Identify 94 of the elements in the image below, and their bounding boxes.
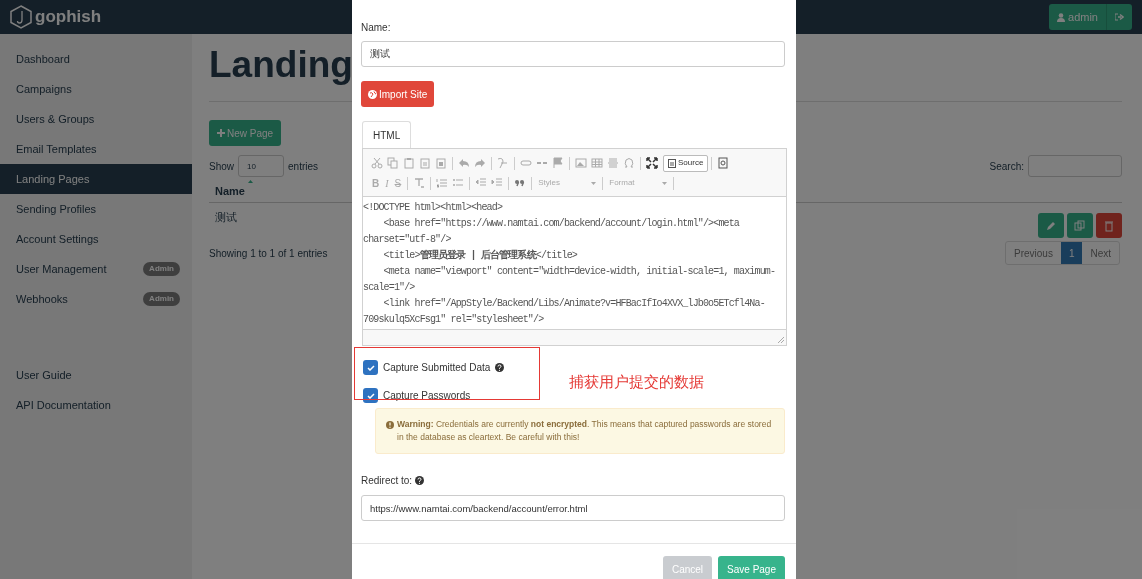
sidebar-item[interactable]: Sending Profiles <box>0 194 192 224</box>
page-button[interactable]: Next <box>1082 242 1119 264</box>
page-button[interactable]: 1 <box>1060 242 1083 264</box>
page-button[interactable]: Previous <box>1005 242 1061 264</box>
annotation-text: 捕获用户提交的数据 <box>569 372 704 392</box>
bulleted-list-icon[interactable] <box>452 177 465 189</box>
sidebar-item[interactable]: Campaigns <box>0 74 192 104</box>
search-label: Search: <box>989 159 1024 174</box>
checkbox[interactable] <box>363 388 378 403</box>
maximize-icon[interactable] <box>646 157 658 169</box>
copy-icon <box>1074 219 1086 232</box>
resize-grip-icon <box>778 337 784 343</box>
page-title: Landing <box>209 43 353 87</box>
code-line: <!DOCTYPE html><html><head> <box>363 201 504 215</box>
undo-icon[interactable] <box>458 157 470 169</box>
copy-button[interactable] <box>1067 213 1093 238</box>
clear-format-icon[interactable] <box>413 177 426 189</box>
editor-tab[interactable]: HTML <box>362 121 412 148</box>
edit-button[interactable] <box>1038 213 1064 238</box>
cut-icon[interactable] <box>371 157 383 169</box>
plus-icon <box>217 129 225 137</box>
checkbox[interactable] <box>363 360 378 375</box>
paste-word-icon[interactable] <box>435 157 447 169</box>
code-line: <base href="https://www.namtai.com/backend/account/login.html"/><meta <box>382 217 741 231</box>
indent-icon[interactable] <box>491 177 504 189</box>
copy-icon[interactable] <box>387 157 399 169</box>
checkbox-label: Capture Submitted Data <box>383 361 491 375</box>
admin-badge: Admin <box>143 292 180 306</box>
sidebar-link[interactable]: User Guide <box>0 360 192 390</box>
brand-name: gophish <box>35 6 102 29</box>
length-label: entries <box>288 159 319 174</box>
sidebar-item[interactable]: Email Templates <box>0 134 192 164</box>
help-icon <box>415 476 425 485</box>
check-icon <box>366 364 375 371</box>
pencil-icon <box>1045 219 1057 232</box>
save-button[interactable]: Save Page <box>718 556 785 579</box>
code-line: charset="utf-8"/> <box>363 233 452 247</box>
warning-icon <box>386 421 394 429</box>
omega-icon[interactable] <box>623 157 635 169</box>
check-icon <box>366 392 375 399</box>
logout-icon <box>1115 13 1124 21</box>
delete-button[interactable] <box>1096 213 1122 238</box>
link-icon[interactable] <box>520 157 532 169</box>
admin-badge: Admin <box>143 262 180 276</box>
caret-icon <box>662 181 668 185</box>
horizontal-line-icon[interactable] <box>607 157 619 169</box>
source-button[interactable]: Source <box>663 154 709 172</box>
sidebar-link[interactable]: API Documentation <box>0 390 192 420</box>
table-cell-text: 测试 <box>215 210 237 225</box>
document-icon <box>668 158 676 168</box>
new-page-button[interactable]: New Page <box>209 120 282 146</box>
numbered-list-icon[interactable] <box>436 177 449 189</box>
code-line: scale=1"/> <box>363 281 416 295</box>
blockquote-icon[interactable] <box>514 177 527 189</box>
redirect-field[interactable]: https://www.namtai.com/backend/account/error.html <box>361 495 785 521</box>
format-button[interactable]: S <box>394 175 402 191</box>
trash-icon <box>1103 219 1115 232</box>
column-header[interactable]: Name <box>215 182 245 199</box>
toolbar-dropdown[interactable]: Styles <box>535 177 600 189</box>
caret-icon <box>591 181 597 185</box>
import-site-button[interactable]: Import Site <box>361 81 435 107</box>
redo-icon[interactable] <box>474 157 486 169</box>
code-line: <title>管理员登录 | 后台管理系统</title> <box>382 248 579 263</box>
logo-icon <box>10 5 32 29</box>
length-label: Show <box>209 159 234 174</box>
sidebar-item[interactable]: Dashboard <box>0 44 192 74</box>
code-line: 709skulq5XcFsg1" rel="stylesheet"/> <box>363 313 545 327</box>
toolbar-dropdown[interactable]: Format <box>606 177 671 189</box>
flag-icon[interactable] <box>552 157 564 169</box>
format-button[interactable]: B <box>372 175 380 191</box>
format-button[interactable]: I <box>385 175 389 191</box>
warning-message: Warning: Credentials are currently not encrypted. This means that captured passwords are stored in the database as cleartext. Be careful with this! <box>397 418 773 444</box>
table-info: Showing 1 to 1 of 1 entries <box>209 246 328 261</box>
field-label: Name: <box>361 21 392 35</box>
sidebar-item[interactable]: Webhooks Admin <box>0 284 192 314</box>
paste-text-icon[interactable] <box>419 157 431 169</box>
sort-icon <box>247 179 253 183</box>
code-line: <link href="/AppStyle/Backend/Libs/Animate?v=HFBacIfIo4XVX_lJb0o5ETcfl4Na- <box>382 297 766 311</box>
search-field[interactable] <box>1028 155 1122 177</box>
preview-icon[interactable] <box>717 157 730 169</box>
code-line: <meta name="viewport" content="width=device-width, initial-scale=1, maximum- <box>382 265 777 279</box>
sidebar-item[interactable]: Landing Pages <box>0 164 192 194</box>
name-field[interactable]: 测试 <box>361 41 785 67</box>
paste-icon[interactable] <box>403 157 415 169</box>
sidebar-item[interactable]: Account Settings <box>0 224 192 254</box>
sidebar-item[interactable]: User Management Admin <box>0 254 192 284</box>
outdent-icon[interactable] <box>475 177 488 189</box>
page-length-select[interactable]: 10 <box>238 155 284 177</box>
field-label: Redirect to: <box>361 474 413 488</box>
checkbox-label: Capture Passwords <box>383 389 471 403</box>
user-icon <box>1057 12 1066 22</box>
sidebar-item[interactable]: Users & Groups <box>0 104 192 134</box>
image-icon[interactable] <box>575 157 587 169</box>
table-icon[interactable] <box>591 157 603 169</box>
